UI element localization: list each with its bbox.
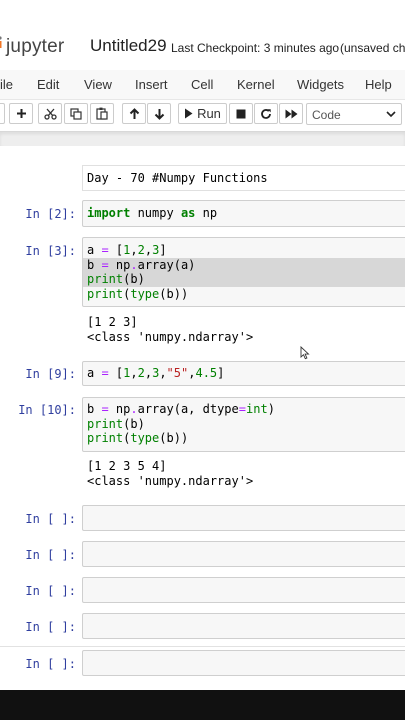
- cell-prompt: In [ ]:: [25, 548, 76, 562]
- move-down-button[interactable]: [147, 103, 171, 124]
- mouse-cursor-icon: [300, 346, 310, 360]
- unsaved-status: (unsaved cha: [340, 41, 405, 55]
- paste-icon: [96, 107, 108, 120]
- menu-view[interactable]: View: [84, 77, 112, 92]
- code-cell-input[interactable]: [82, 541, 405, 567]
- code-block: a = [1,2,3] b = np.array(a) print(b) pri…: [87, 243, 196, 301]
- header: jupyter Untitled29 Last Checkpoint: 3 mi…: [0, 0, 405, 70]
- cell-prompt: In [ ]:: [25, 657, 76, 671]
- insert-cell-button[interactable]: [9, 103, 33, 124]
- notebook-separator: [0, 131, 405, 146]
- menu-kernel[interactable]: Kernel: [237, 77, 275, 92]
- cell-output: [1 2 3 5 4] <class 'numpy.ndarray'>: [87, 459, 254, 488]
- jupyter-logo-icon: [0, 36, 2, 48]
- checkpoint-status: Last Checkpoint: 3 minutes ago: [171, 41, 340, 55]
- chevron-down-icon: [386, 111, 396, 118]
- cell-prompt: In [3]:: [25, 244, 76, 258]
- code-block: b = np.array(a, dtype=int) print(b) prin…: [87, 402, 275, 446]
- cell-prompt: In [ ]:: [25, 584, 76, 598]
- menu-help[interactable]: Help: [365, 77, 392, 92]
- paste-button[interactable]: [90, 103, 114, 124]
- arrow-up-icon: [129, 107, 139, 119]
- bottom-bar: [0, 690, 405, 720]
- copy-button[interactable]: [64, 103, 88, 124]
- run-label: Run: [197, 106, 221, 121]
- copy-icon: [70, 107, 82, 120]
- code-cell-input[interactable]: [82, 650, 405, 676]
- menu-file[interactable]: ile: [0, 77, 13, 92]
- menu-cell[interactable]: Cell: [191, 77, 213, 92]
- restart-run-all-button[interactable]: [279, 103, 303, 124]
- run-button[interactable]: Run: [178, 103, 227, 124]
- cell-type-value: Code: [312, 108, 341, 122]
- move-up-button[interactable]: [122, 103, 146, 124]
- logo-text[interactable]: jupyter: [6, 36, 64, 58]
- menu-widgets[interactable]: Widgets: [297, 77, 344, 92]
- divider: [0, 646, 405, 647]
- code-cell-input[interactable]: [82, 505, 405, 531]
- stop-icon: [236, 109, 246, 118]
- plus-icon: [16, 109, 26, 118]
- arrow-down-icon: [154, 108, 164, 120]
- interrupt-button[interactable]: [229, 103, 253, 124]
- cell-output: [1 2 3] <class 'numpy.ndarray'>: [87, 315, 254, 344]
- code-line: a = [1,2,3,"5",4.5]: [87, 366, 225, 380]
- restart-icon: [261, 108, 271, 119]
- cell-type-select[interactable]: Code: [306, 103, 402, 125]
- cell-prompt: In [2]:: [25, 207, 76, 221]
- code-line: import numpy as np: [87, 206, 218, 220]
- cell-prompt: In [10]:: [18, 403, 76, 417]
- scissors-icon: [43, 108, 57, 120]
- cell-prompt: In [9]:: [25, 367, 76, 381]
- run-icon: [185, 108, 193, 119]
- menu-edit[interactable]: Edit: [37, 77, 59, 92]
- cell-prompt: In [ ]:: [25, 620, 76, 634]
- notebook-title[interactable]: Untitled29: [90, 36, 167, 56]
- code-cell-input[interactable]: [82, 577, 405, 603]
- fast-forward-icon: [285, 109, 297, 118]
- cut-button[interactable]: [38, 103, 62, 124]
- save-button[interactable]: [0, 103, 5, 124]
- cell-prompt: In [ ]:: [25, 512, 76, 526]
- code-cell-input[interactable]: [82, 613, 405, 639]
- menu-bar: ile Edit View Insert Cell Kernel Widgets…: [0, 70, 405, 100]
- restart-button[interactable]: [254, 103, 278, 124]
- markdown-text: Day - 70 #Numpy Functions: [87, 171, 268, 185]
- menu-insert[interactable]: Insert: [135, 77, 168, 92]
